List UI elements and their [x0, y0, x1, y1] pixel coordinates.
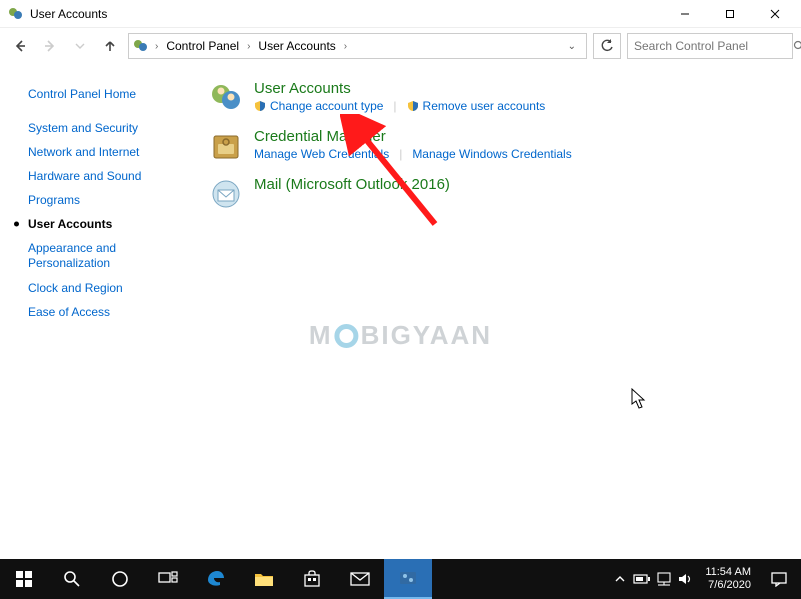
up-button[interactable]	[98, 34, 122, 58]
sidebar-item-home[interactable]: Control Panel Home	[20, 82, 190, 106]
shield-icon	[407, 100, 419, 112]
battery-icon[interactable]	[631, 559, 653, 599]
watermark-o-icon	[335, 324, 359, 348]
link-change-account-type[interactable]: Change account type	[254, 99, 383, 113]
recent-locations-button[interactable]	[68, 34, 92, 58]
chevron-right-icon[interactable]: ›	[245, 41, 252, 52]
maximize-button[interactable]	[707, 0, 752, 28]
sidebar-item-appearance[interactable]: Appearance and Personalization	[20, 236, 190, 276]
search-box[interactable]	[627, 33, 793, 59]
close-button[interactable]	[752, 0, 797, 28]
task-view-button[interactable]	[144, 559, 192, 599]
taskbar: 11:54 AM 7/6/2020	[0, 559, 801, 599]
sidebar-item-network[interactable]: Network and Internet	[20, 140, 190, 164]
content-pane: User Accounts Change account type | Remo…	[200, 64, 801, 559]
action-center-button[interactable]	[759, 559, 799, 599]
taskbar-clock[interactable]: 11:54 AM 7/6/2020	[697, 566, 759, 592]
window-title: User Accounts	[30, 7, 107, 21]
breadcrumb-item[interactable]: Control Panel	[164, 39, 241, 53]
tray-overflow-button[interactable]	[609, 559, 631, 599]
minimize-button[interactable]	[662, 0, 707, 28]
file-explorer-button[interactable]	[240, 559, 288, 599]
forward-button[interactable]	[38, 34, 62, 58]
sidebar-item-hardware[interactable]: Hardware and Sound	[20, 164, 190, 188]
category-mail: Mail (Microsoft Outlook 2016)	[210, 176, 791, 210]
mail-icon	[210, 178, 242, 210]
sidebar-item-clock[interactable]: Clock and Region	[20, 276, 190, 300]
sidebar-item-system[interactable]: System and Security	[20, 116, 190, 140]
category-title[interactable]: Credential Manager	[254, 128, 791, 145]
link-remove-user-accounts[interactable]: Remove user accounts	[407, 99, 546, 113]
navbar: › Control Panel › User Accounts › ⌄	[0, 28, 801, 64]
sidebar-item-user-accounts[interactable]: User Accounts	[20, 212, 190, 236]
category-title[interactable]: Mail (Microsoft Outlook 2016)	[254, 176, 791, 193]
start-button[interactable]	[0, 559, 48, 599]
search-input[interactable]	[634, 39, 789, 53]
category-title[interactable]: User Accounts	[254, 80, 791, 97]
store-button[interactable]	[288, 559, 336, 599]
cortana-button[interactable]	[96, 559, 144, 599]
refresh-button[interactable]	[593, 33, 621, 59]
sidebar: Control Panel Home System and Security N…	[0, 64, 200, 559]
user-accounts-icon	[210, 82, 242, 114]
network-icon[interactable]	[653, 559, 675, 599]
mail-app-button[interactable]	[336, 559, 384, 599]
volume-icon[interactable]	[675, 559, 697, 599]
back-button[interactable]	[8, 34, 32, 58]
credential-manager-icon	[210, 130, 242, 162]
system-tray: 11:54 AM 7/6/2020	[609, 559, 801, 599]
address-history-dropdown[interactable]: ⌄	[562, 41, 582, 52]
chevron-right-icon[interactable]: ›	[153, 41, 160, 52]
address-icon	[133, 38, 149, 54]
chevron-right-icon[interactable]: ›	[342, 41, 349, 52]
category-credential-manager: Credential Manager Manage Web Credential…	[210, 128, 791, 162]
link-manage-windows-credentials[interactable]: Manage Windows Credentials	[412, 147, 571, 161]
link-manage-web-credentials[interactable]: Manage Web Credentials	[254, 147, 389, 161]
titlebar: User Accounts	[0, 0, 801, 28]
sidebar-item-programs[interactable]: Programs	[20, 188, 190, 212]
control-panel-taskbar-button[interactable]	[384, 559, 432, 599]
address-bar[interactable]: › Control Panel › User Accounts › ⌄	[128, 33, 587, 59]
shield-icon	[254, 100, 266, 112]
sidebar-item-ease-of-access[interactable]: Ease of Access	[20, 300, 190, 324]
clock-time: 11:54 AM	[705, 566, 751, 579]
window-icon	[8, 6, 24, 22]
watermark: M BIGYAAN	[309, 320, 492, 351]
clock-date: 7/6/2020	[705, 579, 751, 592]
edge-button[interactable]	[192, 559, 240, 599]
category-user-accounts: User Accounts Change account type | Remo…	[210, 80, 791, 114]
divider: |	[399, 147, 402, 161]
breadcrumb-item[interactable]: User Accounts	[256, 39, 337, 53]
search-icon[interactable]	[793, 40, 801, 52]
taskbar-search-button[interactable]	[48, 559, 96, 599]
divider: |	[393, 99, 396, 113]
